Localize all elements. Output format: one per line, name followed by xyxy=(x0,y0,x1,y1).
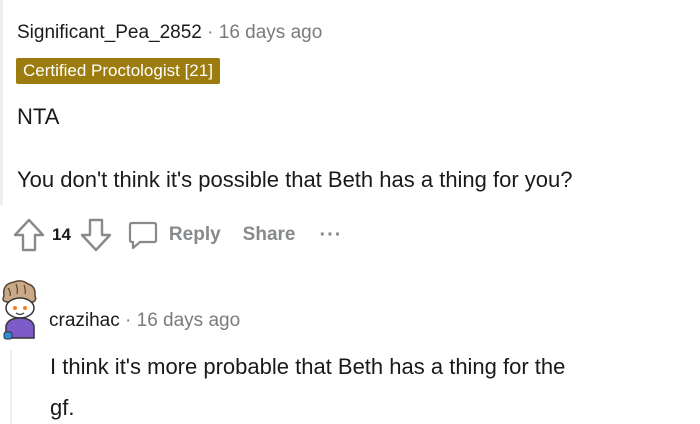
comment-body-line: You don't think it's possible that Beth … xyxy=(17,167,573,192)
downvote-button[interactable] xyxy=(79,217,113,253)
speech-bubble-icon xyxy=(128,221,158,250)
thread-line[interactable] xyxy=(0,0,3,205)
thread-line[interactable] xyxy=(10,350,12,424)
reply-comment: crazihac · 16 days ago I think it's more… xyxy=(0,270,700,424)
reply-button[interactable]: Reply xyxy=(127,219,221,251)
reply-author[interactable]: crazihac xyxy=(49,310,120,331)
user-flair: Certified Proctologist [21] xyxy=(16,58,220,84)
comment-body-line: NTA xyxy=(17,104,60,129)
comment-thread: Significant_Pea_2852 · 16 days ago Certi… xyxy=(0,0,700,424)
reply-timestamp[interactable]: 16 days ago xyxy=(137,310,241,331)
avatar[interactable] xyxy=(0,278,40,344)
reply-body-line: I think it's more probable that Beth has… xyxy=(50,354,566,379)
vote-score: 14 xyxy=(52,225,71,244)
more-options-button[interactable]: ··· xyxy=(319,224,342,247)
downvote-arrow-icon xyxy=(80,218,112,252)
comment-author[interactable]: Significant_Pea_2852 xyxy=(17,22,202,43)
comment: Significant_Pea_2852 · 16 days ago Certi… xyxy=(0,0,700,270)
meta-separator: · xyxy=(125,310,132,331)
upvote-arrow-icon xyxy=(13,218,45,252)
reply-body-line: gf. xyxy=(50,395,75,420)
comment-timestamp[interactable]: 16 days ago xyxy=(219,22,323,43)
reply-meta: crazihac · 16 days ago xyxy=(49,309,240,333)
comment-actions: 14 Reply Share ··· xyxy=(12,215,342,255)
snoo-avatar-icon xyxy=(2,280,37,340)
reply-label: Reply xyxy=(168,224,221,245)
comment-meta: Significant_Pea_2852 · 16 days ago xyxy=(17,21,322,45)
upvote-button[interactable] xyxy=(12,217,46,253)
share-button[interactable]: Share xyxy=(243,224,296,246)
meta-separator: · xyxy=(207,22,214,43)
